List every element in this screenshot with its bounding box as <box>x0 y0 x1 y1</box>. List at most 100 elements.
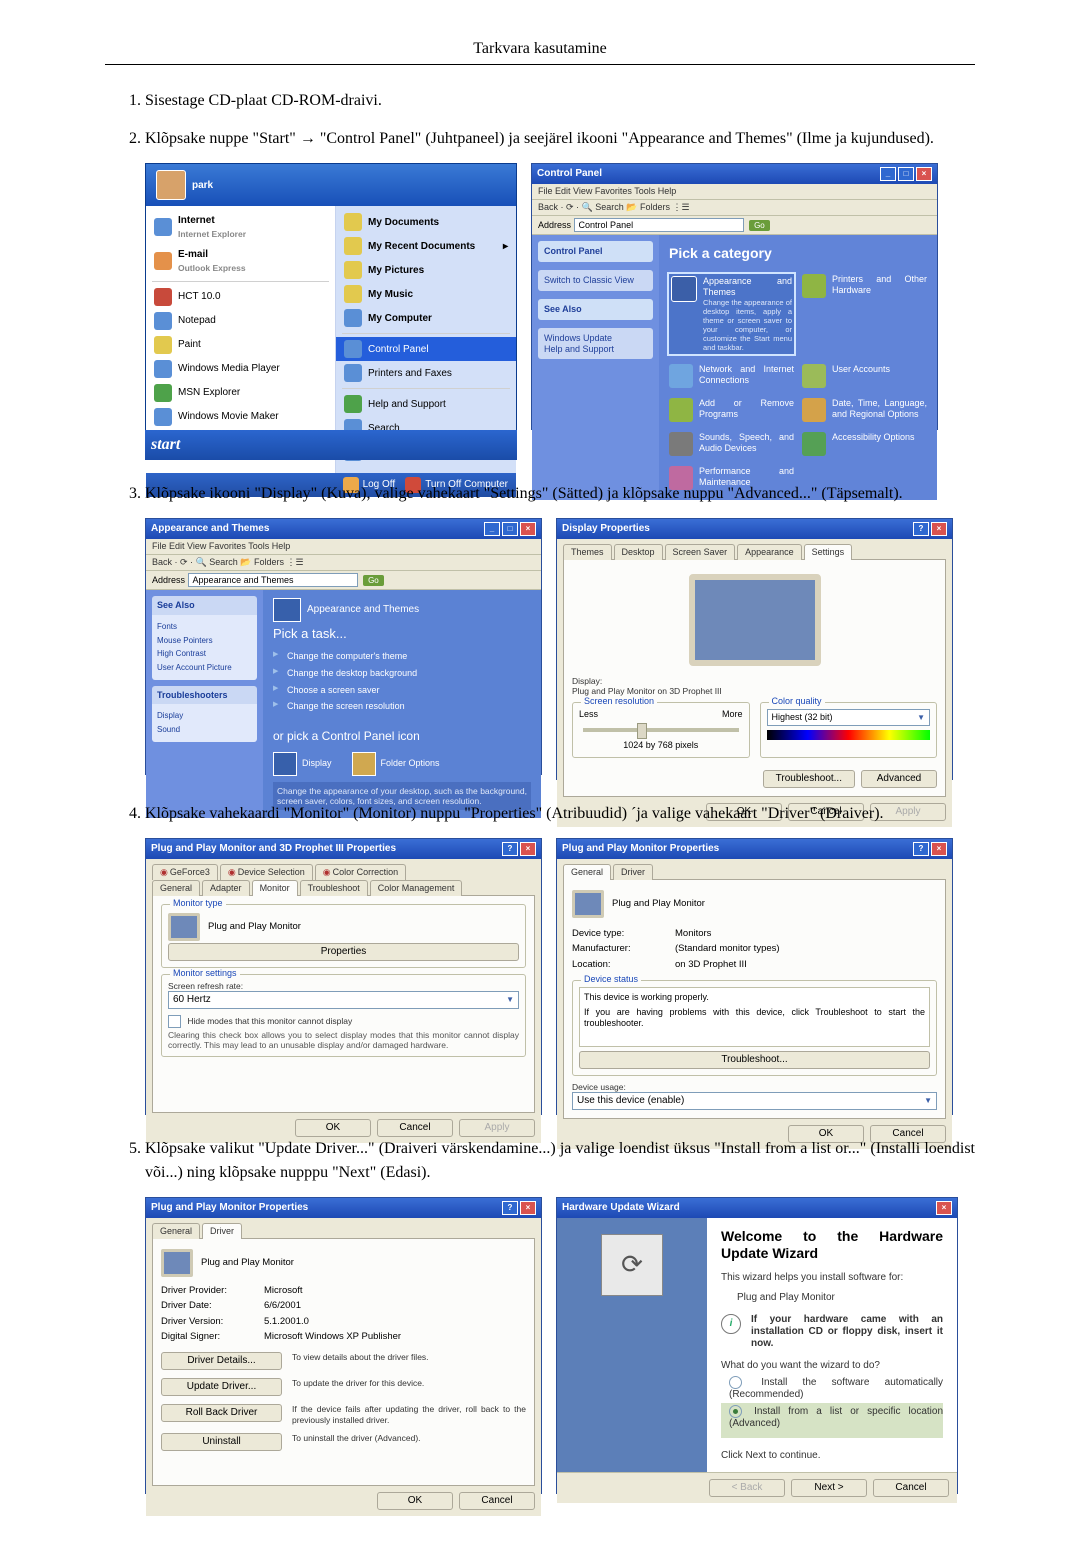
properties-button[interactable]: Properties <box>168 943 519 961</box>
sm-printers[interactable]: Printers and Faxes <box>336 361 516 385</box>
task-1[interactable]: Change the desktop background <box>273 665 531 682</box>
tab-monitor[interactable]: Monitor <box>252 880 298 896</box>
at-ts-1[interactable]: Sound <box>157 723 252 737</box>
cat-users[interactable]: User Accounts <box>802 364 927 388</box>
help-icon[interactable]: ? <box>502 1201 518 1215</box>
tab-driver[interactable]: Driver <box>202 1223 242 1239</box>
at-seealso-1[interactable]: Mouse Pointers <box>157 634 252 648</box>
at-address-input[interactable]: Appearance and Themes <box>188 573 358 588</box>
uninstall-button[interactable]: Uninstall <box>161 1433 282 1451</box>
tab-screensaver[interactable]: Screen Saver <box>665 544 736 560</box>
tab-general[interactable]: General <box>152 1223 200 1239</box>
cpicon-folder[interactable]: Folder Options <box>352 752 440 776</box>
taskbar-start[interactable]: start <box>145 430 517 460</box>
task-0[interactable]: Change the computer's theme <box>273 648 531 665</box>
help-icon[interactable]: ? <box>913 842 929 856</box>
ok-button[interactable]: OK <box>377 1492 453 1510</box>
sm-mymusic[interactable]: My Music <box>336 282 516 306</box>
sm-email[interactable]: E-mail Outlook Express <box>146 244 335 278</box>
close-icon[interactable]: × <box>520 522 536 536</box>
tab-driver[interactable]: Driver <box>613 864 653 880</box>
cancel-button[interactable]: Cancel <box>459 1492 535 1510</box>
cat-access[interactable]: Accessibility Options <box>802 432 927 456</box>
cp-seealso-1[interactable]: Help and Support <box>544 344 647 355</box>
sm-help[interactable]: Help and Support <box>336 392 516 416</box>
tab-geforce[interactable]: ◉GeForce3 <box>152 864 218 880</box>
cpicon-display[interactable]: Display <box>273 752 332 776</box>
task-2[interactable]: Choose a screen saver <box>273 682 531 699</box>
go-button[interactable]: Go <box>749 220 770 232</box>
driver-details-button[interactable]: Driver Details... <box>161 1352 282 1370</box>
close-icon[interactable]: × <box>931 842 947 856</box>
tab-settings[interactable]: Settings <box>804 544 853 560</box>
sm-app-0[interactable]: HCT 10.0 <box>146 285 335 309</box>
sm-app-3[interactable]: Windows Media Player <box>146 357 335 381</box>
task-3[interactable]: Change the screen resolution <box>273 698 531 715</box>
cat-printers[interactable]: Printers and Other Hardware <box>802 274 927 354</box>
cp-menubar[interactable]: File Edit View Favorites Tools Help <box>532 184 937 200</box>
tab-appearance[interactable]: Appearance <box>737 544 802 560</box>
at-ts-0[interactable]: Display <box>157 709 252 723</box>
device-usage-select[interactable]: Use this device (enable) ▼ <box>572 1092 937 1110</box>
close-icon[interactable]: × <box>916 167 932 181</box>
cat-addremove[interactable]: Add or Remove Programs <box>669 398 794 422</box>
at-toolbar[interactable]: Back · ⟳ · 🔍 Search 📂 Folders ⋮☰ <box>146 555 541 571</box>
tab-colormgmt[interactable]: Color Management <box>370 880 463 896</box>
at-addressbar[interactable]: Address Appearance and Themes Go <box>146 571 541 591</box>
color-quality-select[interactable]: Highest (32 bit) ▼ <box>767 709 931 726</box>
sm-app-2[interactable]: Paint <box>146 333 335 357</box>
cp-addressbar[interactable]: Address Control Panel Go <box>532 216 937 236</box>
tab-devicesel[interactable]: ◉Device Selection <box>220 864 313 880</box>
help-icon[interactable]: ? <box>913 522 929 536</box>
sm-app-5[interactable]: Windows Movie Maker <box>146 405 335 429</box>
tab-desktop[interactable]: Desktop <box>614 544 663 560</box>
sm-app-4[interactable]: MSN Explorer <box>146 381 335 405</box>
resolution-slider[interactable] <box>583 728 739 732</box>
cat-network[interactable]: Network and Internet Connections <box>669 364 794 388</box>
tab-general[interactable]: General <box>152 880 200 896</box>
at-menubar[interactable]: File Edit View Favorites Tools Help <box>146 539 541 555</box>
maximize-icon[interactable]: □ <box>502 522 518 536</box>
sm-controlpanel[interactable]: Control Panel <box>336 337 516 361</box>
sm-internet[interactable]: Internet Internet Explorer <box>146 210 335 244</box>
help-icon[interactable]: ? <box>502 842 518 856</box>
sm-recent[interactable]: My Recent Documents▸ <box>336 234 516 258</box>
tab-themes[interactable]: Themes <box>563 544 612 560</box>
sm-mypics[interactable]: My Pictures <box>336 258 516 282</box>
troubleshoot-button[interactable]: Troubleshoot... <box>763 770 855 788</box>
tab-general[interactable]: General <box>563 864 611 880</box>
ok-button[interactable]: OK <box>295 1119 371 1137</box>
opt-auto-radio[interactable] <box>729 1376 742 1389</box>
go-button[interactable]: Go <box>363 575 384 587</box>
close-icon[interactable]: × <box>520 1201 536 1215</box>
cancel-button[interactable]: Cancel <box>873 1479 949 1497</box>
maximize-icon[interactable]: □ <box>898 167 914 181</box>
cat-regional[interactable]: Date, Time, Language, and Regional Optio… <box>802 398 927 422</box>
apply-button[interactable]: Apply <box>459 1119 535 1137</box>
cat-sound[interactable]: Sounds, Speech, and Audio Devices <box>669 432 794 456</box>
sm-mycomputer[interactable]: My Computer <box>336 306 516 330</box>
cp-seealso-0[interactable]: Windows Update <box>544 333 647 344</box>
cp-switch-view[interactable]: Switch to Classic View <box>538 270 653 291</box>
update-driver-button[interactable]: Update Driver... <box>161 1378 282 1396</box>
rollback-button[interactable]: Roll Back Driver <box>161 1404 282 1422</box>
advanced-button[interactable]: Advanced <box>861 770 937 788</box>
at-seealso-3[interactable]: User Account Picture <box>157 661 252 675</box>
tab-adapter[interactable]: Adapter <box>202 880 250 896</box>
sm-mydocs[interactable]: My Documents <box>336 210 516 234</box>
hide-modes-checkbox[interactable] <box>168 1015 181 1028</box>
close-icon[interactable]: × <box>520 842 536 856</box>
sm-app-1[interactable]: Notepad <box>146 309 335 333</box>
cp-address-input[interactable]: Control Panel <box>574 218 744 233</box>
minimize-icon[interactable]: _ <box>484 522 500 536</box>
troubleshoot-button[interactable]: Troubleshoot... <box>579 1051 930 1069</box>
next-button[interactable]: Next > <box>791 1479 867 1497</box>
tab-colorcorr[interactable]: ◉Color Correction <box>315 864 406 880</box>
tab-troubleshoot[interactable]: Troubleshoot <box>300 880 368 896</box>
back-button[interactable]: < Back <box>709 1479 785 1497</box>
opt-list-radio[interactable] <box>729 1405 742 1418</box>
minimize-icon[interactable]: _ <box>880 167 896 181</box>
close-icon[interactable]: × <box>936 1201 952 1215</box>
cp-toolbar[interactable]: Back · ⟳ · 🔍 Search 📂 Folders ⋮☰ <box>532 200 937 216</box>
close-icon[interactable]: × <box>931 522 947 536</box>
